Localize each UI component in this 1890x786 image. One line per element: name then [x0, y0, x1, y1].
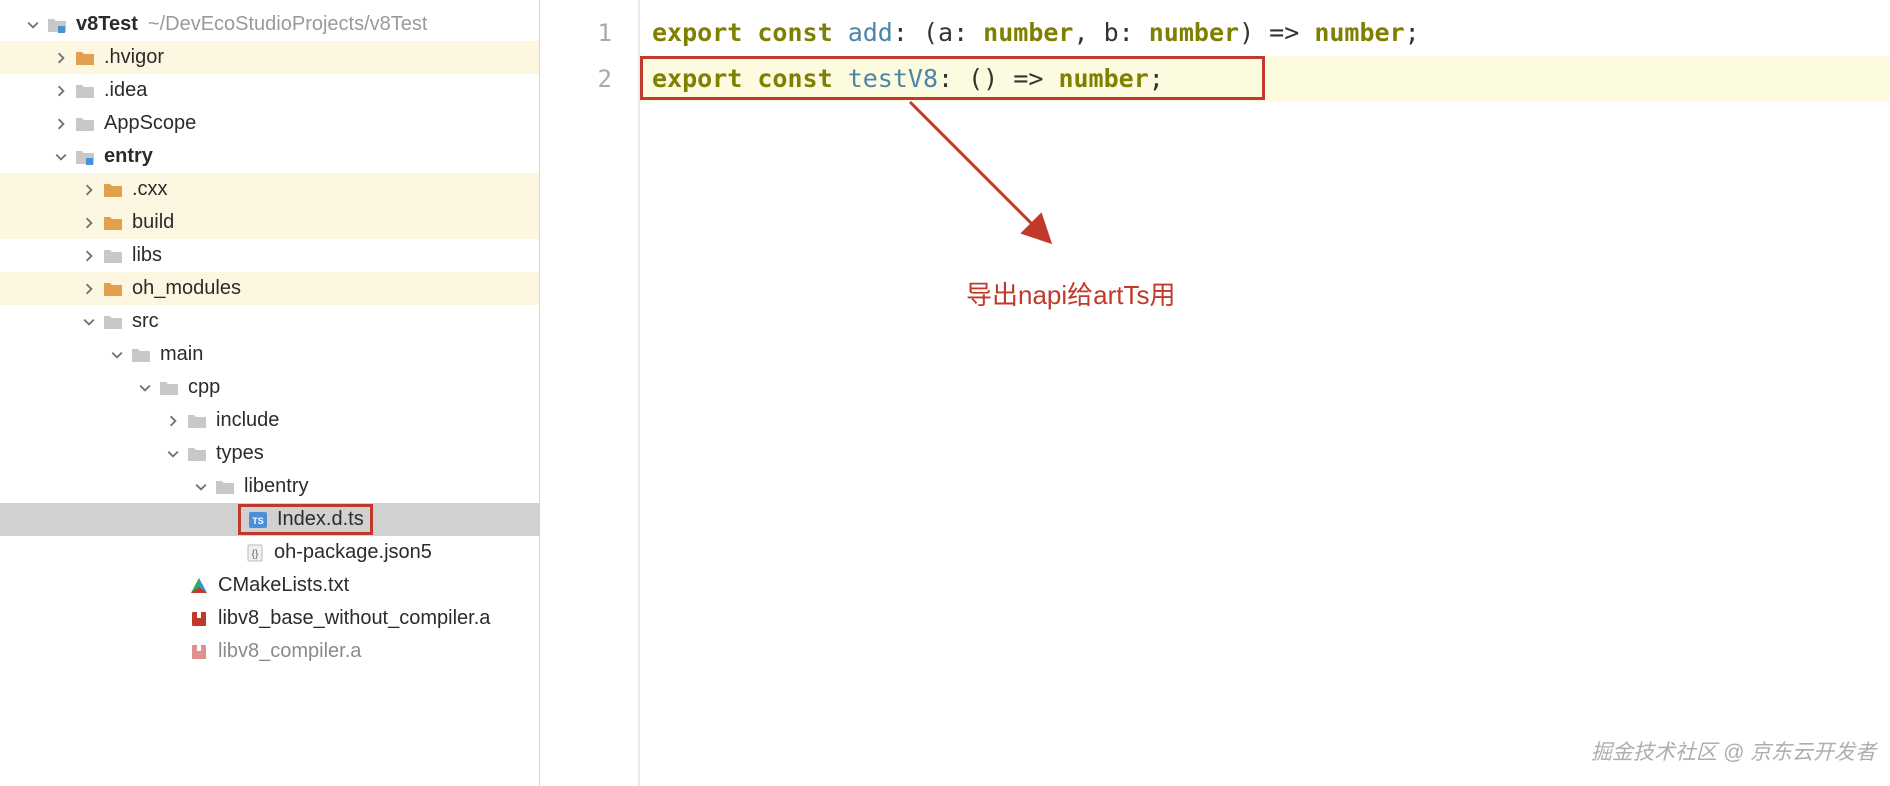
tree-label: types — [216, 442, 264, 465]
tree-label: main — [160, 343, 203, 366]
folder-icon — [102, 179, 124, 201]
module-folder-icon — [46, 14, 68, 36]
chevron-right-icon[interactable] — [80, 247, 98, 265]
tree-item-hvigor[interactable]: .hvigor — [0, 41, 539, 74]
tree-label: build — [132, 211, 174, 234]
line-number: 1 — [540, 10, 612, 56]
tree-label: src — [132, 310, 159, 333]
tree-item-oh-modules[interactable]: oh_modules — [0, 272, 539, 305]
tree-label: libs — [132, 244, 162, 267]
cmake-file-icon — [188, 575, 210, 597]
module-folder-icon — [74, 146, 96, 168]
tree-item-main[interactable]: main — [0, 338, 539, 371]
line-number: 2 — [540, 56, 612, 102]
code-line-1[interactable]: export const add: (a: number, b: number)… — [640, 10, 1890, 56]
chevron-down-icon[interactable] — [136, 379, 154, 397]
annotation-arrow-icon — [900, 92, 1070, 262]
project-path: ~/DevEcoStudioProjects/v8Test — [148, 13, 428, 36]
tree-item-cmake[interactable]: CMakeLists.txt — [0, 569, 539, 602]
line-number-gutter: 1 2 — [540, 0, 640, 786]
tree-label: libv8_base_without_compiler.a — [218, 607, 490, 630]
chevron-right-icon[interactable] — [52, 115, 70, 133]
tree-label: oh_modules — [132, 277, 241, 300]
annotation-text: 导出napi给artTs用 — [966, 272, 1176, 318]
chevron-down-icon[interactable] — [24, 16, 42, 34]
chevron-right-icon[interactable] — [52, 49, 70, 67]
tree-item-appscope[interactable]: AppScope — [0, 107, 539, 140]
folder-icon — [214, 476, 236, 498]
tree-item-cxx[interactable]: .cxx — [0, 173, 539, 206]
tree-item-libv8-compiler[interactable]: libv8_compiler.a — [0, 635, 539, 668]
chevron-down-icon[interactable] — [108, 346, 126, 364]
tree-label: AppScope — [104, 112, 196, 135]
folder-icon — [102, 212, 124, 234]
tree-label: libentry — [244, 475, 308, 498]
folder-icon — [102, 311, 124, 333]
code-content[interactable]: export const add: (a: number, b: number)… — [640, 0, 1890, 786]
folder-icon — [102, 245, 124, 267]
tree-item-oh-package[interactable]: {} oh-package.json5 — [0, 536, 539, 569]
tree-item-libv8-base[interactable]: libv8_base_without_compiler.a — [0, 602, 539, 635]
chevron-right-icon[interactable] — [52, 82, 70, 100]
tree-label: entry — [104, 145, 153, 168]
project-tree: v8Test ~/DevEcoStudioProjects/v8Test .hv… — [0, 0, 539, 668]
svg-text:{}: {} — [252, 549, 259, 560]
chevron-down-icon[interactable] — [164, 445, 182, 463]
chevron-right-icon[interactable] — [80, 214, 98, 232]
project-tree-sidebar: v8Test ~/DevEcoStudioProjects/v8Test .hv… — [0, 0, 540, 786]
chevron-right-icon[interactable] — [80, 280, 98, 298]
project-name: v8Test — [76, 13, 138, 36]
archive-file-icon — [188, 608, 210, 630]
svg-text:TS: TS — [252, 516, 264, 526]
folder-icon — [102, 278, 124, 300]
folder-icon — [130, 344, 152, 366]
tree-item-include[interactable]: include — [0, 404, 539, 437]
chevron-right-icon[interactable] — [80, 181, 98, 199]
highlight-box: TS Index.d.ts — [238, 504, 373, 535]
chevron-right-icon[interactable] — [164, 412, 182, 430]
tree-label: libv8_compiler.a — [218, 640, 361, 663]
tree-label: .idea — [104, 79, 147, 102]
folder-icon — [74, 80, 96, 102]
archive-file-icon — [188, 641, 210, 663]
watermark-text: 掘金技术社区 @ 京东云开发者 — [1591, 730, 1876, 776]
json-file-icon: {} — [244, 542, 266, 564]
tree-label: cpp — [188, 376, 220, 399]
tree-label: .cxx — [132, 178, 168, 201]
folder-icon — [74, 47, 96, 69]
tree-label: CMakeLists.txt — [218, 574, 349, 597]
folder-icon — [74, 113, 96, 135]
tree-item-build[interactable]: build — [0, 206, 539, 239]
tree-root-project[interactable]: v8Test ~/DevEcoStudioProjects/v8Test — [0, 8, 539, 41]
tree-item-libs[interactable]: libs — [0, 239, 539, 272]
tree-item-entry[interactable]: entry — [0, 140, 539, 173]
typescript-file-icon: TS — [247, 509, 269, 531]
tree-label: Index.d.ts — [277, 508, 364, 531]
tree-label: include — [216, 409, 279, 432]
folder-icon — [186, 410, 208, 432]
tree-item-src[interactable]: src — [0, 305, 539, 338]
code-editor[interactable]: 1 2 export const add: (a: number, b: num… — [540, 0, 1890, 786]
tree-item-index-d-ts[interactable]: TS Index.d.ts — [0, 503, 539, 536]
tree-item-cpp[interactable]: cpp — [0, 371, 539, 404]
tree-label: .hvigor — [104, 46, 164, 69]
folder-icon — [158, 377, 180, 399]
code-line-2[interactable]: export const testV8: () => number; — [640, 56, 1890, 102]
tree-label: oh-package.json5 — [274, 541, 432, 564]
chevron-down-icon[interactable] — [52, 148, 70, 166]
folder-icon — [186, 443, 208, 465]
chevron-down-icon[interactable] — [192, 478, 210, 496]
tree-item-types[interactable]: types — [0, 437, 539, 470]
tree-item-libentry[interactable]: libentry — [0, 470, 539, 503]
tree-item-idea[interactable]: .idea — [0, 74, 539, 107]
chevron-down-icon[interactable] — [80, 313, 98, 331]
